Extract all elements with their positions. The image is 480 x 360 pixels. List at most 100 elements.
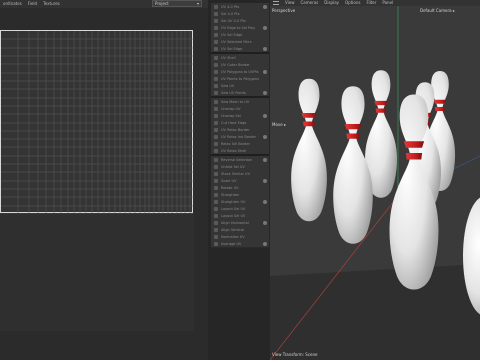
tool-label: Average UV	[221, 242, 242, 246]
app-window: ordinates Field Textures Project ▾ UV 4-0 …	[0, 0, 480, 360]
option-dot-icon[interactable]	[263, 242, 267, 246]
tool-icon	[214, 5, 218, 9]
tool-icon	[214, 165, 218, 169]
tool-icon	[214, 242, 218, 246]
option-dot-icon[interactable]	[263, 26, 267, 30]
tool-icon	[214, 33, 218, 37]
tool-label: Unwrap UV	[221, 107, 241, 111]
tool-label: UV 4-0 Pts	[221, 5, 240, 9]
tool-icon	[214, 47, 218, 51]
option-dot-icon[interactable]	[263, 200, 267, 204]
tool-label: UV Selected Pairs	[221, 40, 252, 44]
viewport-scene	[270, 6, 480, 360]
projection-dropdown[interactable]: Project ▾	[152, 0, 202, 7]
tool-icon	[214, 200, 218, 204]
tool-label: UV Outer Border	[221, 63, 250, 67]
uv-grid-lines	[1, 31, 194, 214]
tool-icon	[214, 186, 218, 190]
tool-icon	[214, 40, 218, 44]
menu-field[interactable]: Field	[25, 0, 40, 8]
tool-icon	[214, 221, 218, 225]
tool-label: Sew Mesh to UV	[221, 100, 250, 104]
tool-icon	[214, 214, 218, 218]
tool-icon	[214, 149, 218, 153]
uv-editor-lower-area	[0, 213, 194, 331]
tool-icon	[214, 193, 218, 197]
tool-label: Unwrap Sel	[221, 114, 241, 118]
tool-icon	[214, 63, 218, 67]
tool-icon	[214, 26, 218, 30]
tool-label: Stack Similar UV	[221, 172, 251, 176]
option-dot-icon[interactable]	[263, 114, 267, 118]
uv-tool-palette: UV 4-0 Pts Sel 4-0 Pts Sel UV 4-0 Pts UV Ed…	[208, 0, 270, 360]
tool-label: Straighten UV	[221, 200, 246, 204]
viewport-camera-name[interactable]: Default Camera ▸	[420, 8, 455, 13]
tool-label: Layout Sel UV	[221, 214, 246, 218]
tool-icon	[214, 235, 218, 239]
tool-icon	[214, 158, 218, 162]
viewport-view-name: Perspective	[272, 8, 296, 13]
tool-label: UV Shell	[221, 56, 236, 60]
viewport-mode-label[interactable]: Move ▸	[272, 122, 286, 127]
projection-dropdown-value: Project	[155, 1, 169, 6]
option-dot-icon[interactable]	[263, 70, 267, 74]
tool-label: Layout Sel UV	[221, 207, 246, 211]
tool-icon	[214, 228, 218, 232]
option-dot-icon[interactable]	[263, 91, 267, 95]
tool-label: Align Vertical	[221, 228, 244, 232]
tool-icon	[214, 121, 218, 125]
tool-label: Straighten	[221, 193, 240, 197]
tool-icon	[214, 77, 218, 81]
tool-label: Reverse Selection	[221, 158, 253, 162]
tool-label: UV Relax Shell	[221, 149, 247, 153]
tool-label: UV Sel Edge	[221, 47, 243, 51]
tool-label: Sew UV	[221, 84, 235, 88]
menu-textures[interactable]: Textures	[40, 0, 63, 8]
chevron-down-icon: ▾	[196, 1, 199, 6]
tool-button[interactable]: Average UV	[211, 240, 269, 248]
option-dot-icon[interactable]	[263, 5, 267, 9]
tool-icon	[214, 135, 218, 139]
tool-label: Sel UV 4-0 Pts	[221, 19, 246, 23]
tool-label: UV Points to Polygons	[221, 77, 259, 81]
viewport-status-text: View Transform: Scene	[272, 352, 318, 357]
viewport-3d[interactable]: Perspective Default Camera ▸ Move ▸ View…	[270, 6, 480, 360]
tool-icon	[214, 179, 218, 183]
tool-label: Normalize UV	[221, 235, 245, 239]
tool-label: UV Sel Edge	[221, 33, 243, 37]
tool-label: Sew UV Points	[221, 91, 246, 95]
uv-grid-canvas[interactable]	[0, 30, 194, 214]
tool-icon	[214, 70, 218, 74]
tool-icon	[214, 19, 218, 23]
tool-label: UV Edge to Sel Poly	[221, 26, 256, 30]
tool-icon	[214, 172, 218, 176]
tool-icon	[214, 91, 218, 95]
option-dot-icon[interactable]	[263, 221, 267, 225]
option-dot-icon[interactable]	[263, 179, 267, 183]
option-dot-icon[interactable]	[263, 158, 267, 162]
tool-icon	[214, 100, 218, 104]
tool-icon	[214, 207, 218, 211]
tool-label: UV Polygons to UVPts	[221, 70, 259, 74]
tool-label: Rotate UV	[221, 186, 239, 190]
tool-label: UV Relax Border	[221, 128, 250, 132]
hamburger-icon[interactable]	[273, 1, 279, 5]
tool-icon	[214, 12, 218, 16]
tool-icon	[214, 114, 218, 118]
tool-icon	[214, 142, 218, 146]
option-dot-icon[interactable]	[263, 135, 267, 139]
tool-label: Align Horizontal	[221, 221, 249, 225]
tool-label: Cut Hard Edge	[221, 121, 247, 125]
tool-label: Sel 4-0 Pts	[221, 12, 240, 16]
option-dot-icon[interactable]	[263, 47, 267, 51]
mode-dropdown-icon: ▸	[284, 122, 287, 127]
tool-icon	[214, 84, 218, 88]
tool-label: Scale UV	[221, 179, 237, 183]
menu-ordinates[interactable]: ordinates	[0, 0, 25, 8]
tool-label: Relax Sel Border	[221, 142, 250, 146]
tool-label: UV Relax Ind Border	[221, 135, 257, 139]
camera-name-text: Default Camera	[420, 8, 452, 13]
mode-label-text: Move	[272, 122, 283, 127]
tool-icon	[214, 107, 218, 111]
tool-label: Unfold Sel UV	[221, 165, 245, 169]
